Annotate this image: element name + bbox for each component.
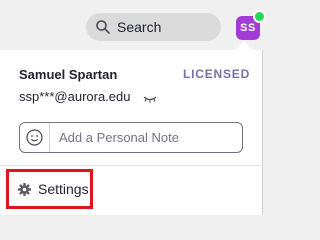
gear-icon — [18, 182, 31, 196]
settings-menu-item[interactable]: Settings — [6, 169, 93, 209]
user-email: ssp***@aurora.edu — [19, 89, 131, 104]
personal-note-input[interactable] — [50, 129, 241, 146]
top-bar: Search SS — [0, 0, 273, 50]
personal-note-field[interactable] — [19, 122, 243, 153]
license-badge: LICENSED — [183, 67, 251, 81]
profile-dropdown-panel: Samuel Spartan LICENSED ssp***@aurora.ed… — [0, 50, 263, 215]
search-button[interactable]: Search — [86, 13, 221, 41]
smiley-icon — [26, 129, 43, 146]
eye-closed-icon[interactable] — [143, 91, 157, 103]
settings-label: Settings — [38, 181, 89, 197]
search-label: Search — [117, 19, 162, 35]
emoji-button[interactable] — [20, 123, 50, 152]
menu-divider — [0, 165, 263, 166]
user-name: Samuel Spartan — [19, 67, 118, 82]
avatar-initials: SS — [240, 22, 256, 34]
search-icon — [95, 19, 111, 35]
online-status-indicator — [253, 10, 266, 23]
